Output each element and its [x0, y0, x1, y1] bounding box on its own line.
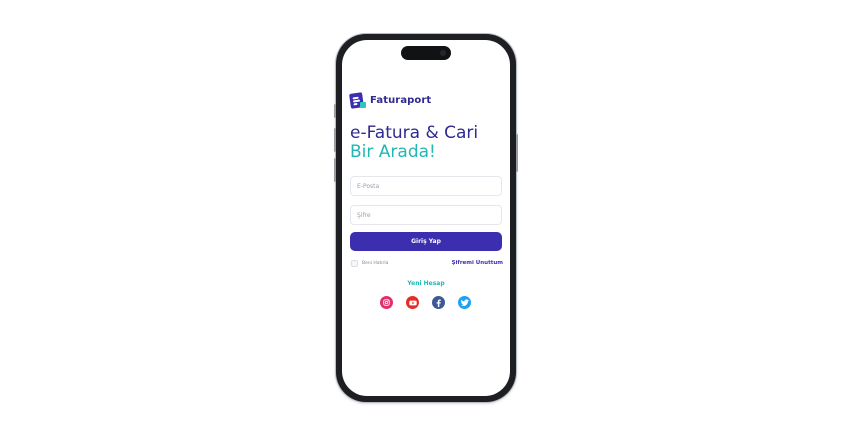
password-field[interactable] — [350, 205, 502, 225]
faturaport-logo-icon — [349, 92, 366, 109]
forgot-password-link[interactable]: Şifremi Unuttum — [452, 260, 503, 266]
twitter-icon[interactable] — [458, 296, 471, 309]
login-button[interactable]: Giriş Yap — [350, 232, 502, 251]
dynamic-island — [401, 46, 451, 60]
social-links — [380, 296, 471, 309]
phone-frame: Faturaport e-Fatura & Cari Bir Arada! Gi… — [334, 34, 518, 402]
headline-line-2: Bir Arada! — [350, 142, 436, 162]
instagram-icon[interactable] — [380, 296, 393, 309]
camera-icon — [440, 50, 446, 56]
remember-me-label: Beni Hatırla — [362, 261, 389, 266]
remember-me[interactable]: Beni Hatırla — [351, 260, 388, 267]
facebook-icon[interactable] — [432, 296, 445, 309]
new-account-link[interactable]: Yeni Hesap — [342, 280, 510, 287]
email-field[interactable] — [350, 176, 502, 196]
remember-me-checkbox[interactable] — [351, 260, 358, 267]
phone-volume-up-button — [334, 128, 336, 152]
brand: Faturaport — [349, 92, 432, 109]
brand-name: Faturaport — [370, 94, 432, 106]
headline-line-1: e-Fatura & Cari — [350, 123, 479, 143]
youtube-icon[interactable] — [406, 296, 419, 309]
phone-side-button — [334, 104, 336, 118]
phone-screen: Faturaport e-Fatura & Cari Bir Arada! Gi… — [342, 40, 510, 396]
phone-volume-down-button — [334, 158, 336, 182]
stage: Faturaport e-Fatura & Cari Bir Arada! Gi… — [0, 0, 850, 436]
headline: e-Fatura & Cari Bir Arada! — [350, 124, 478, 162]
phone-power-button — [516, 134, 518, 172]
